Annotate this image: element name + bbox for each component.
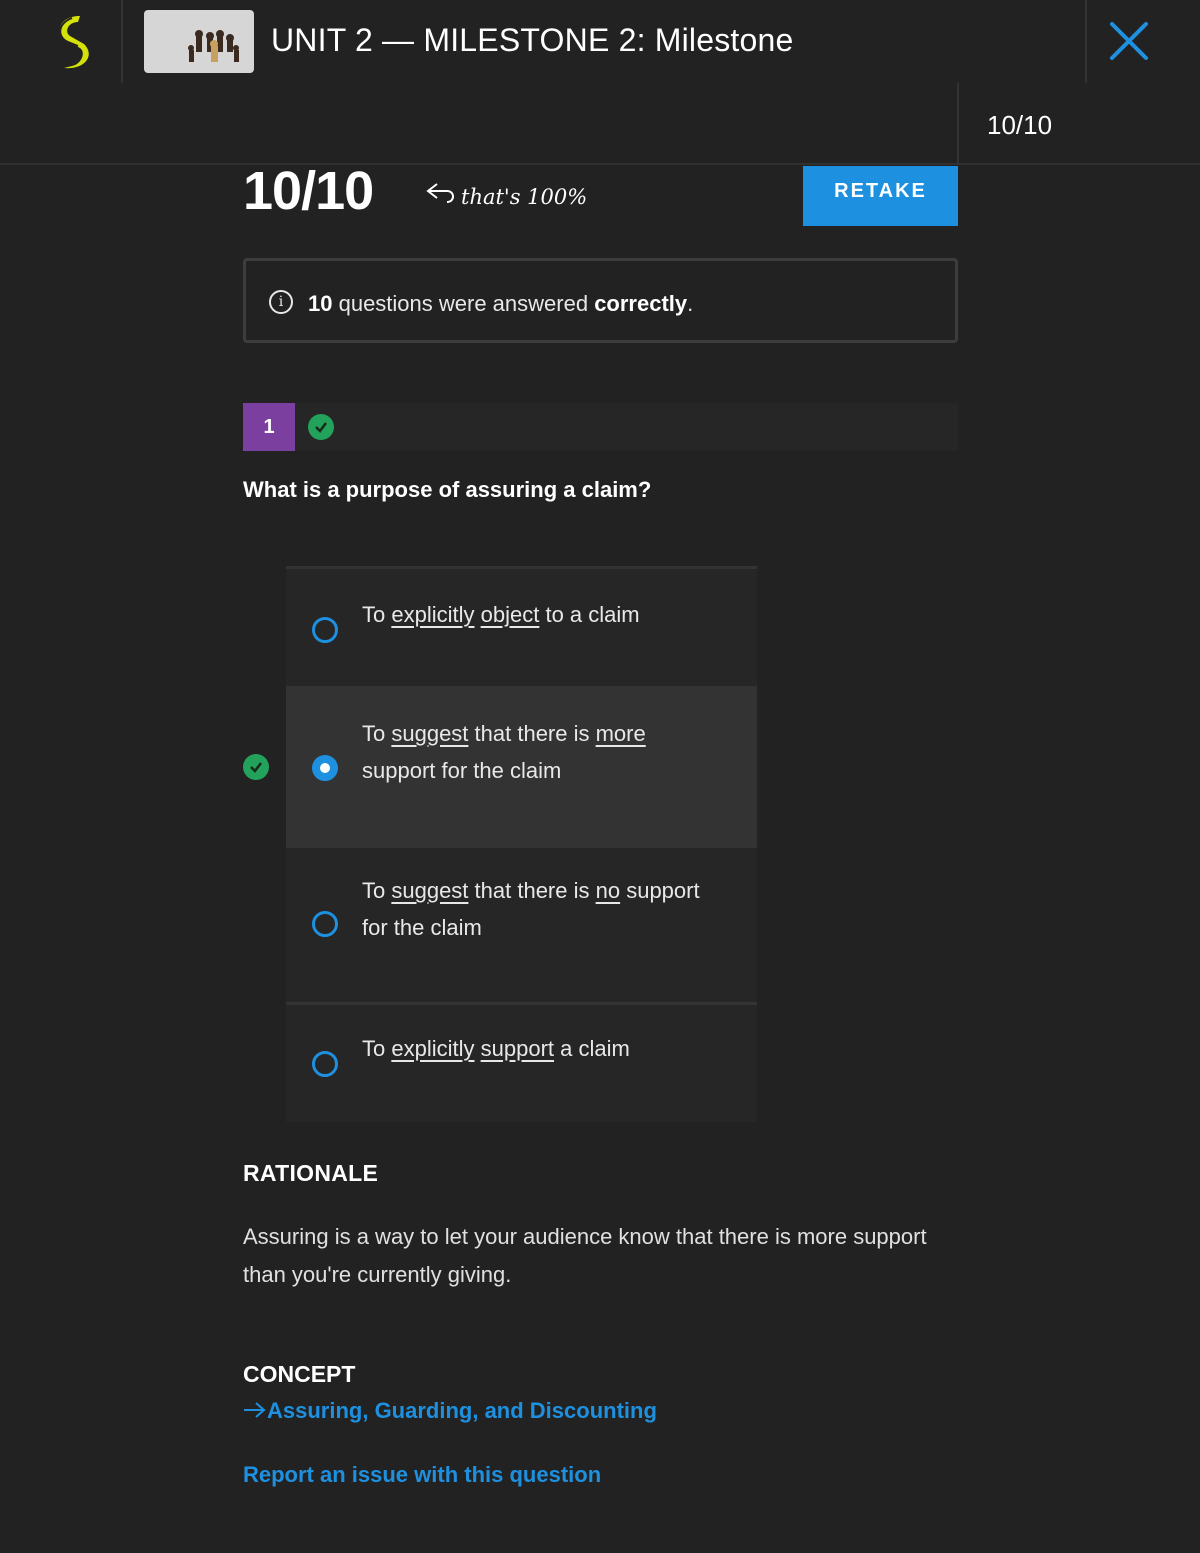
- header-score: 10/10: [987, 110, 1053, 140]
- question-number: 1: [243, 403, 295, 451]
- header-divider: [121, 0, 123, 83]
- percent-note: that's 100%: [425, 182, 587, 209]
- radio-button-selected[interactable]: [312, 755, 338, 781]
- header-divider: [1085, 0, 1087, 83]
- page-title: UNIT 2 — MILESTONE 2: Milestone: [271, 22, 794, 58]
- question-text: What is a purpose of assuring a claim?: [243, 477, 652, 502]
- rationale-text: Assuring is a way to let your audience k…: [243, 1224, 927, 1287]
- result-score: 10/10: [243, 161, 374, 221]
- answer-options: To explicitly object to a claim To sugge…: [286, 566, 757, 1122]
- answer-option-text: To suggest that there is no support for …: [362, 878, 700, 940]
- answer-option-text: To suggest that there is more support fo…: [362, 721, 646, 783]
- answer-option[interactable]: To explicitly object to a claim: [286, 566, 757, 686]
- answer-option[interactable]: To suggest that there is no support for …: [286, 845, 757, 1002]
- retake-button[interactable]: RETAKE: [803, 166, 958, 226]
- check-circle-icon: [243, 754, 269, 780]
- concept-heading: CONCEPT: [243, 1361, 356, 1387]
- sophia-logo-icon[interactable]: [50, 14, 100, 70]
- radio-button[interactable]: [312, 911, 338, 937]
- radio-button[interactable]: [312, 617, 338, 643]
- concept-link[interactable]: Assuring, Guarding, and Discounting: [243, 1398, 657, 1424]
- answer-option-selected[interactable]: To suggest that there is more support fo…: [286, 686, 757, 845]
- answer-option-text: To explicitly object to a claim: [362, 602, 640, 627]
- result-info-text: 10 questions were answered correctly.: [308, 291, 694, 316]
- arrow-right-icon: [244, 1402, 266, 1418]
- check-circle-icon: [308, 414, 334, 440]
- course-thumbnail: [144, 10, 254, 73]
- info-icon: i: [269, 290, 293, 314]
- radio-button[interactable]: [312, 1051, 338, 1077]
- rationale-heading: RATIONALE: [243, 1160, 379, 1186]
- curved-arrow-icon: [426, 183, 454, 203]
- answer-option-text: To explicitly support a claim: [362, 1036, 630, 1061]
- top-bar: UNIT 2 — MILESTONE 2: Milestone: [0, 0, 1200, 83]
- answer-option[interactable]: To explicitly support a claim: [286, 1002, 757, 1122]
- report-issue-link[interactable]: Report an issue with this question: [243, 1462, 601, 1488]
- close-icon[interactable]: [1106, 18, 1152, 64]
- question-header: 1: [243, 403, 958, 451]
- result-info-box: i 10 questions were answered correctly.: [243, 258, 958, 343]
- score-divider: [957, 83, 959, 165]
